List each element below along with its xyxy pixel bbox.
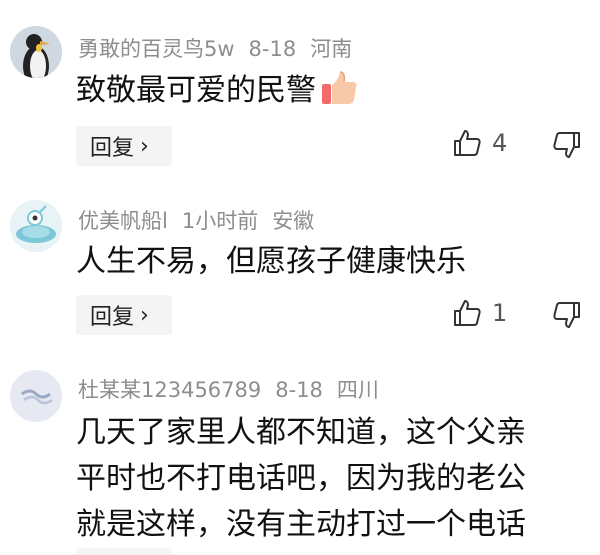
comment-text-line: 几天了家里人都不知道，这个父亲 (76, 415, 526, 450)
cartoon-avatar-icon (10, 200, 62, 252)
reply-button-partial[interactable] (76, 548, 172, 555)
comment-meta: 优美帆船l 1小时前 安徽 (78, 205, 328, 235)
penguin-avatar-icon (10, 26, 62, 78)
comment-date: 8-18 (248, 37, 297, 61)
thumbs-up-icon (454, 130, 481, 156)
avatar[interactable] (10, 370, 62, 422)
like-button[interactable]: 4 (452, 128, 507, 158)
username[interactable]: 优美帆船l (78, 209, 168, 233)
like-button[interactable]: 1 (452, 298, 507, 328)
chevron-right-icon: › (140, 133, 149, 159)
comment-date: 8-18 (275, 378, 323, 402)
comment-location: 四川 (336, 378, 379, 402)
comment-text-line: 就是这样，没有主动打过一个电话 (76, 507, 526, 542)
comment-text-content: 致敬最可爱的民警 (76, 73, 316, 108)
comment-date: 1小时前 (181, 209, 259, 233)
comment-meta: 勇敢的百灵鸟5w 8-18 河南 (78, 33, 366, 63)
avatar[interactable] (10, 26, 62, 78)
comment-text: 致敬最可爱的民警 (76, 68, 570, 120)
username[interactable]: 杜某某123456789 (78, 378, 261, 402)
thumbs-up-icon (454, 300, 481, 326)
avatar[interactable] (10, 200, 62, 252)
comment-text: 几天了家里人都不知道，这个父亲 平时也不打电话吧，因为我的老公 就是这样，没有主… (76, 410, 570, 548)
thumbs-down-icon (553, 302, 580, 328)
thumbs-down-icon (553, 132, 580, 158)
default-avatar-icon (10, 370, 62, 422)
reply-button[interactable]: 回复 › (76, 126, 172, 166)
chevron-right-icon: › (140, 302, 149, 328)
dislike-button[interactable] (552, 130, 582, 164)
username[interactable]: 勇敢的百灵鸟5w (78, 37, 235, 61)
reply-label: 回复 (90, 136, 135, 161)
reply-label: 回复 (90, 305, 135, 330)
comment-meta: 杜某某123456789 8-18 四川 (78, 374, 393, 404)
thumbs-up-emoji-icon (320, 70, 358, 120)
comment-text-line: 平时也不打电话吧，因为我的老公 (76, 461, 526, 496)
reply-button[interactable]: 回复 › (76, 295, 172, 335)
comment-text: 人生不易，但愿孩子健康快乐 (76, 244, 466, 279)
dislike-button[interactable] (552, 300, 582, 334)
like-count: 1 (492, 299, 508, 327)
like-count: 4 (492, 129, 508, 157)
comment-location: 安徽 (272, 209, 315, 233)
comment-location: 河南 (310, 37, 353, 61)
